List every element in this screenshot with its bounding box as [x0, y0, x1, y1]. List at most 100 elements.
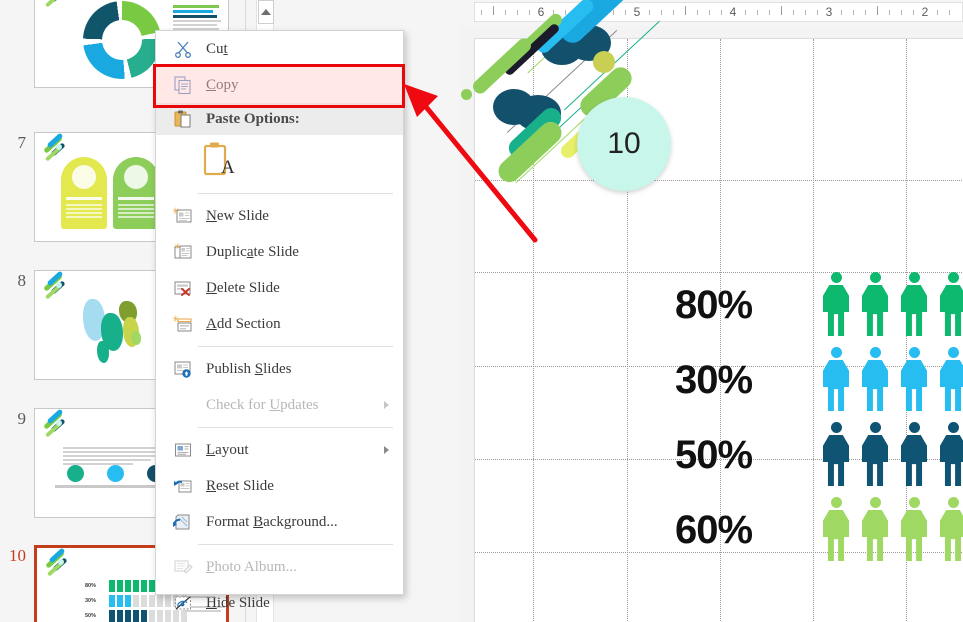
mini-arch-2 — [113, 157, 159, 229]
person-icon — [862, 422, 888, 486]
delete-slide-icon — [168, 276, 198, 300]
mini-deco-10 — [42, 548, 76, 579]
mini-person-icon — [125, 610, 131, 622]
ruler-tick — [949, 10, 950, 15]
menu-separator-4 — [198, 544, 393, 545]
slide-number-badge: 10 — [577, 97, 671, 191]
menu-item-cut-label: Cut — [206, 40, 228, 57]
mini-person-icon — [141, 595, 147, 607]
person-icon — [862, 497, 888, 561]
mini-icon-label-1 — [55, 485, 95, 488]
mini-person-icon — [109, 580, 115, 592]
menu-separator-3 — [198, 427, 393, 428]
chevron-right-icon — [384, 446, 389, 454]
mini-arch-1 — [61, 157, 107, 229]
person-icon — [823, 347, 849, 411]
slide-canvas-area[interactable]: 10 80% 30% 50% 60% — [460, 0, 963, 622]
mini-deco-8 — [40, 271, 74, 302]
new-slide-icon: ✳ — [168, 204, 198, 228]
menu-item-reset-slide-label: Reset Slide — [206, 477, 274, 494]
percentage-label-50: 50% — [675, 433, 753, 477]
thumbnail-number-8: 8 — [17, 271, 27, 290]
svg-text:✳: ✳ — [173, 314, 180, 324]
ruler-tick — [697, 10, 698, 15]
ruler-tick — [745, 10, 746, 15]
layout-icon — [168, 438, 198, 462]
paste-keep-text-only-icon: A — [202, 140, 238, 185]
svg-text:✳: ✳ — [173, 206, 180, 216]
person-icon — [823, 422, 849, 486]
ruler-label-4: 4 — [729, 5, 737, 19]
menu-item-layout[interactable]: Layout — [156, 432, 403, 468]
thumbnail-number-10: 10 — [9, 546, 26, 565]
menu-item-cut[interactable]: Cut — [156, 31, 403, 67]
menu-item-add-section-label: Add Section — [206, 315, 281, 332]
ruler-tick — [937, 10, 938, 15]
menu-item-format-background[interactable]: Format Background... — [156, 504, 403, 540]
menu-item-hide-slide[interactable]: Hide Slide — [156, 585, 403, 621]
person-icon — [901, 347, 927, 411]
menu-item-publish-slides[interactable]: Publish Slides — [156, 351, 403, 387]
deco-bar-green-2 — [470, 35, 534, 97]
person-icon — [940, 422, 963, 486]
photo-album-icon — [168, 555, 198, 579]
mini-person-icon — [125, 595, 131, 607]
menu-item-paste-options-label: Paste Options: — [206, 110, 300, 127]
mini-icon-circle-1 — [67, 465, 84, 482]
menu-item-publish-slides-label: Publish Slides — [206, 360, 292, 377]
thumbnail-number-9: 9 — [17, 409, 27, 428]
menu-item-duplicate-slide[interactable]: ✳ Duplicate Slide — [156, 234, 403, 270]
mini-person-icon — [109, 610, 115, 622]
person-icon — [940, 347, 963, 411]
menu-item-delete-slide[interactable]: Delete Slide — [156, 270, 403, 306]
format-background-icon — [168, 510, 198, 534]
percentage-row-60: 60% — [675, 494, 963, 569]
check-updates-icon — [168, 393, 198, 417]
menu-item-photo-album-label: Photo Album... — [206, 558, 297, 575]
ruler-tick — [793, 10, 794, 15]
paste-option-keep-text-only[interactable]: A — [156, 135, 403, 189]
menu-item-photo-album[interactable]: Photo Album... — [156, 549, 403, 585]
mini-person-icon — [149, 610, 155, 622]
menu-separator-1 — [198, 193, 393, 194]
mini-deco-6 — [40, 0, 74, 10]
mini-icon-label-2 — [95, 485, 135, 488]
copy-highlight-box — [153, 64, 405, 108]
menu-item-format-background-label: Format Background... — [206, 513, 338, 530]
scroll-up-arrow-button[interactable] — [258, 0, 274, 24]
mini-person-icon — [133, 580, 139, 592]
ruler-tick — [721, 10, 722, 15]
ruler-tick — [865, 10, 866, 15]
menu-item-add-section[interactable]: ✳ Add Section — [156, 306, 403, 342]
mini-person-icon — [117, 610, 123, 622]
reset-slide-icon — [168, 474, 198, 498]
chevron-right-icon — [384, 401, 389, 409]
clipboard-icon — [168, 107, 198, 131]
menu-item-delete-slide-label: Delete Slide — [206, 279, 280, 296]
person-icon — [901, 272, 927, 336]
menu-item-check-for-updates-label: Check for Updates — [206, 396, 319, 413]
mini-person-icon — [117, 580, 123, 592]
slide-context-menu[interactable]: Cut Copy Paste Options: A ✳ New Slide ✳ … — [155, 30, 404, 611]
ruler-tick — [889, 10, 890, 15]
duplicate-slide-icon: ✳ — [168, 240, 198, 264]
chevron-up-icon — [261, 9, 271, 15]
slide-surface[interactable]: 10 80% 30% 50% 60% — [461, 0, 963, 622]
percentage-row-50: 50% — [675, 419, 963, 494]
menu-item-new-slide[interactable]: ✳ New Slide — [156, 198, 403, 234]
mini-paragraph-9 — [63, 447, 163, 467]
hide-slide-icon — [168, 591, 198, 615]
percentage-label-80: 80% — [675, 283, 753, 327]
deco-dot-olive — [593, 51, 615, 73]
deco-dot-green — [461, 89, 472, 100]
people-percentage-chart[interactable]: 80% 30% 50% 60% — [675, 269, 963, 569]
menu-item-check-for-updates[interactable]: Check for Updates — [156, 387, 403, 423]
mini-person-icon — [109, 595, 115, 607]
menu-item-reset-slide[interactable]: Reset Slide — [156, 468, 403, 504]
person-icon — [901, 497, 927, 561]
ruler-tick — [805, 10, 806, 15]
mini-person-icon — [141, 610, 147, 622]
menu-item-hide-slide-label: Hide Slide — [206, 594, 270, 611]
svg-text:A: A — [221, 157, 235, 178]
menu-item-new-slide-label: New Slide — [206, 207, 269, 224]
